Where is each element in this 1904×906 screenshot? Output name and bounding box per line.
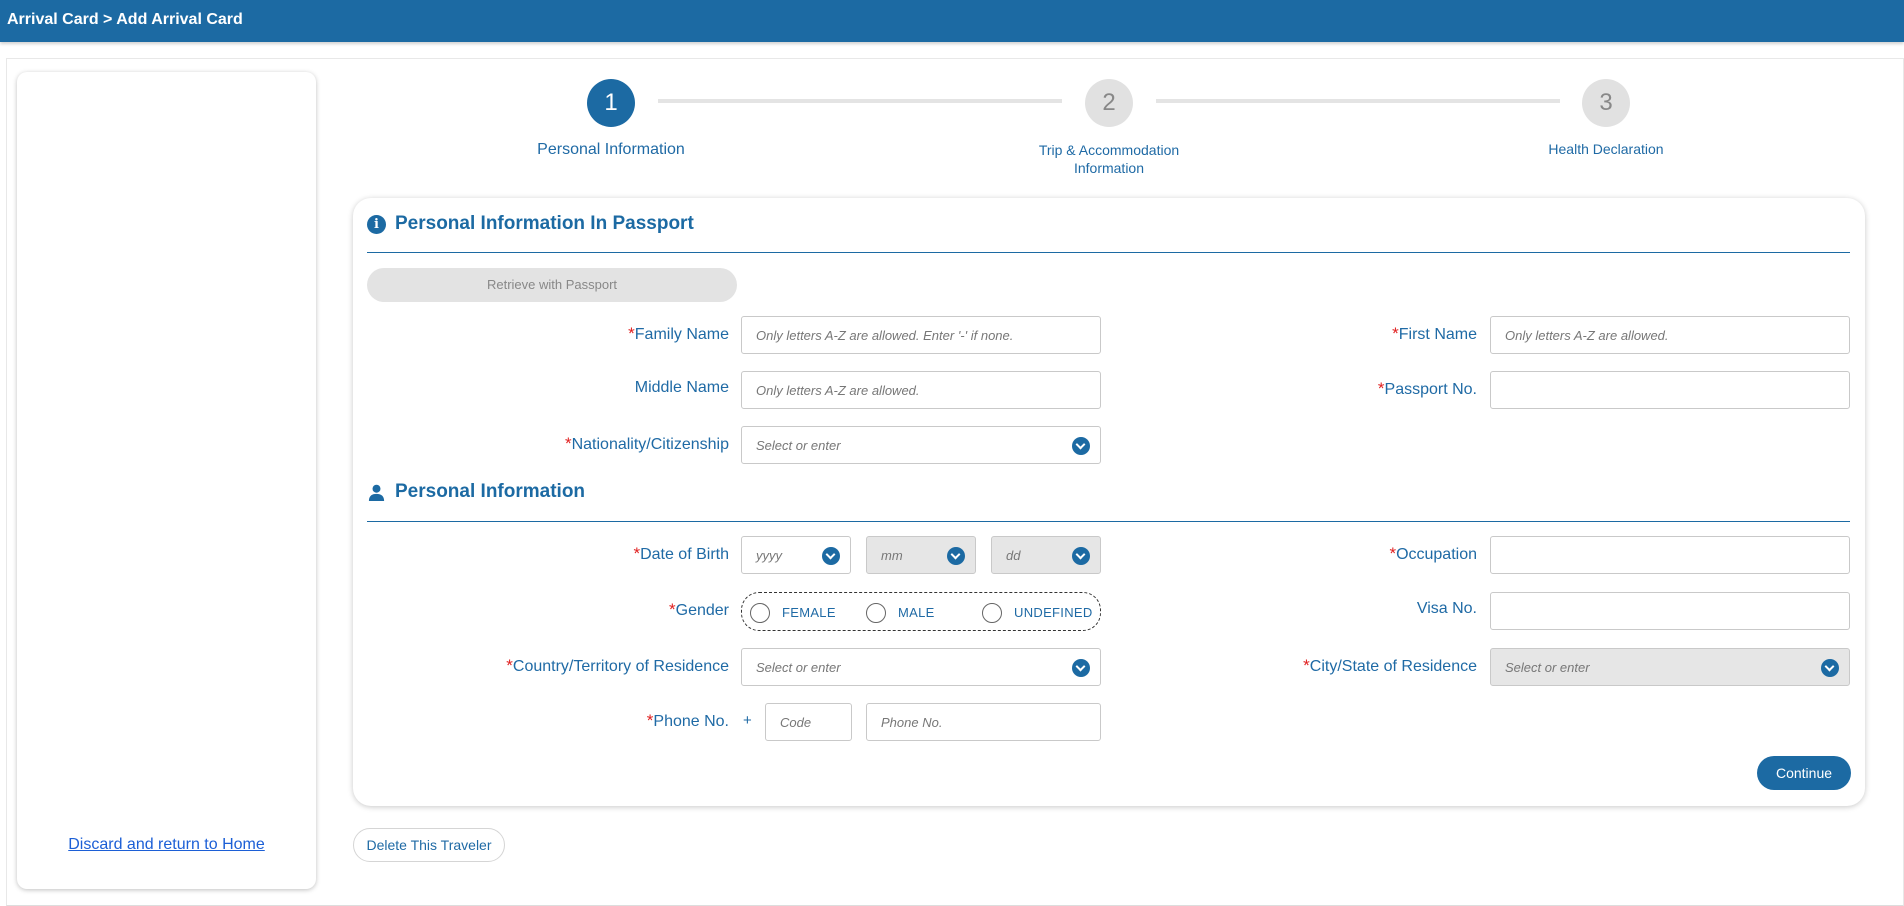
country-residence-select[interactable]: Select or enter xyxy=(741,648,1101,686)
step-2-label-line1: Trip & Accommodation xyxy=(1038,142,1180,158)
gender-option-undefined[interactable]: UNDEFINED xyxy=(982,593,1097,632)
passport-no-label-text: Passport No. xyxy=(1384,381,1477,398)
middle-name-input[interactable]: Only letters A-Z are allowed. xyxy=(741,371,1101,409)
dob-year-placeholder: yyyy xyxy=(756,548,782,563)
gender-male-label: MALE xyxy=(898,605,935,620)
delete-traveler-button[interactable]: Delete This Traveler xyxy=(353,828,505,862)
radio-button-icon[interactable] xyxy=(750,603,770,623)
step-1-label: Personal Information xyxy=(537,141,685,158)
chevron-down-icon[interactable] xyxy=(1072,547,1090,565)
discard-return-home-link[interactable]: Discard and return to Home xyxy=(17,836,316,854)
gender-option-male[interactable]: MALE xyxy=(866,593,966,632)
dob-day-placeholder: dd xyxy=(1006,548,1021,563)
city-residence-label: *City/State of Residence xyxy=(1233,656,1477,676)
phone-number-input[interactable]: Phone No. xyxy=(866,703,1101,741)
first-name-label: *First Name xyxy=(1353,324,1477,344)
step-2-circle[interactable]: 2 xyxy=(1085,79,1133,127)
breadcrumb: Arrival Card > Add Arrival Card xyxy=(7,11,243,28)
chevron-down-icon[interactable] xyxy=(1821,659,1839,677)
nationality-placeholder: Select or enter xyxy=(756,438,841,453)
gender-radio-group: FEMALE MALE UNDEFINED xyxy=(741,592,1101,631)
phone-label-text: Phone No. xyxy=(653,713,729,730)
phone-plus-sign: + xyxy=(743,712,752,729)
phone-code-input[interactable]: Code xyxy=(765,703,852,741)
required-mark: * xyxy=(564,434,572,453)
sidebar: Discard and return to Home xyxy=(17,72,316,889)
family-name-label: *Family Name xyxy=(453,324,729,344)
gender-female-label: FEMALE xyxy=(782,605,836,620)
city-residence-select[interactable]: Select or enter xyxy=(1490,648,1850,686)
step-3-circle[interactable]: 3 xyxy=(1582,79,1630,127)
personal-section-title: Personal Information xyxy=(395,481,586,502)
passport-no-label: *Passport No. xyxy=(1353,379,1477,399)
personal-info-form-card: i Personal Information In Passport Retri… xyxy=(353,198,1865,806)
required-mark: * xyxy=(1392,324,1399,343)
step-2-label: Trip & Accommodation Information xyxy=(1009,141,1209,177)
nationality-select[interactable]: Select or enter xyxy=(741,426,1101,464)
info-icon: i xyxy=(367,214,386,234)
city-residence-placeholder: Select or enter xyxy=(1505,660,1590,675)
dob-month-select[interactable]: mm xyxy=(866,536,976,574)
country-residence-label: *Country/Territory of Residence xyxy=(413,656,729,676)
chevron-down-icon[interactable] xyxy=(1072,659,1090,677)
family-name-label-text: Family Name xyxy=(634,326,729,343)
dob-day-select[interactable]: dd xyxy=(991,536,1101,574)
nationality-label: *Nationality/Citizenship xyxy=(453,434,729,454)
stepper-connector-2 xyxy=(1156,99,1560,103)
chevron-down-icon[interactable] xyxy=(947,547,965,565)
stepper-connector-1 xyxy=(658,99,1062,103)
chevron-down-icon[interactable] xyxy=(822,547,840,565)
occupation-label-text: Occupation xyxy=(1396,546,1477,563)
required-mark: * xyxy=(506,656,513,675)
gender-label-text: Gender xyxy=(675,602,729,619)
required-mark: * xyxy=(1303,656,1310,675)
retrieve-with-passport-button[interactable]: Retrieve with Passport xyxy=(367,268,737,302)
phone-label: *Phone No. xyxy=(453,711,729,731)
radio-button-icon[interactable] xyxy=(866,603,886,623)
passport-section-header: i Personal Information In Passport xyxy=(367,213,694,235)
country-residence-placeholder: Select or enter xyxy=(756,660,841,675)
passport-no-input[interactable] xyxy=(1490,371,1850,409)
radio-button-icon[interactable] xyxy=(982,603,1002,623)
city-residence-label-text: City/State of Residence xyxy=(1309,658,1477,675)
step-2-label-line2: Information xyxy=(1073,160,1145,176)
person-icon xyxy=(368,484,385,501)
section-divider xyxy=(367,521,1850,522)
nationality-label-text: Nationality/Citizenship xyxy=(571,436,729,453)
continue-button[interactable]: Continue xyxy=(1757,756,1851,790)
gender-undefined-label: UNDEFINED xyxy=(1014,605,1093,620)
step-3-label: Health Declaration xyxy=(1548,141,1664,157)
required-mark: * xyxy=(1377,379,1385,398)
middle-name-label: Middle Name xyxy=(634,379,729,396)
visa-no-input[interactable] xyxy=(1490,592,1850,630)
section-divider xyxy=(367,252,1850,253)
personal-section-header: Personal Information xyxy=(367,481,585,503)
chevron-down-icon[interactable] xyxy=(1072,437,1090,455)
required-mark: * xyxy=(628,324,635,343)
occupation-input[interactable] xyxy=(1490,536,1850,574)
dob-year-select[interactable]: yyyy xyxy=(741,536,851,574)
passport-section-title: Personal Information In Passport xyxy=(395,213,694,234)
dob-month-placeholder: mm xyxy=(881,548,903,563)
first-name-label-text: First Name xyxy=(1398,326,1477,343)
visa-no-label: Visa No. xyxy=(1416,600,1477,617)
gender-label: *Gender xyxy=(453,600,729,620)
gender-option-female[interactable]: FEMALE xyxy=(750,593,850,632)
country-residence-label-text: Country/Territory of Residence xyxy=(512,658,729,675)
step-1-circle[interactable]: 1 xyxy=(587,79,635,127)
required-mark: * xyxy=(669,600,676,619)
first-name-input[interactable]: Only letters A-Z are allowed. xyxy=(1490,316,1850,354)
dob-label: *Date of Birth xyxy=(453,544,729,564)
family-name-input[interactable]: Only letters A-Z are allowed. Enter '-' … xyxy=(741,316,1101,354)
top-bar: Arrival Card > Add Arrival Card xyxy=(0,0,1904,42)
dob-label-text: Date of Birth xyxy=(640,546,729,563)
occupation-label: *Occupation xyxy=(1353,544,1477,564)
